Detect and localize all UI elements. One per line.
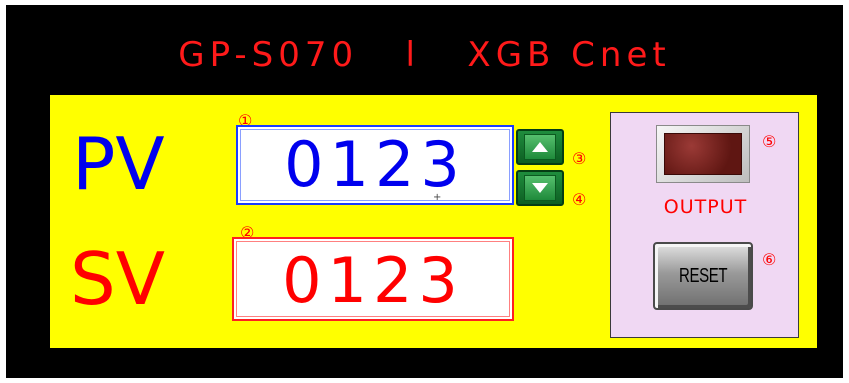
sv-display[interactable]: 0123: [232, 237, 514, 321]
down-arrow-icon: [532, 183, 548, 193]
cursor-crosshair-icon: +: [433, 192, 442, 203]
pv-label: PV: [72, 122, 165, 206]
output-marker: ⑤: [762, 132, 777, 151]
increment-button[interactable]: [516, 129, 564, 165]
control-panel: PV ① 0123 + ③ ④ SV ② 0123 ⑤ OUTPUT RESET…: [50, 95, 817, 348]
screen-title: GP-S070 l XGB Cnet: [178, 35, 671, 75]
hmi-screen: GP-S070 l XGB Cnet PV ① 0123 + ③ ④ SV ② …: [6, 5, 843, 378]
pv-display[interactable]: 0123: [236, 125, 514, 205]
output-lamp-indicator: [664, 133, 742, 175]
reset-button-label: RESET: [678, 264, 728, 287]
up-arrow-icon: [532, 142, 548, 152]
decrement-button[interactable]: [516, 170, 564, 206]
reset-button[interactable]: RESET: [653, 242, 753, 310]
reset-marker: ⑥: [762, 250, 777, 269]
output-label: OUTPUT: [663, 196, 748, 218]
output-lamp: [656, 125, 750, 183]
sv-label: SV: [70, 237, 165, 321]
increment-marker: ③: [572, 149, 587, 168]
output-reset-panel: ⑤ OUTPUT RESET ⑥: [610, 112, 799, 338]
decrement-marker: ④: [572, 190, 587, 209]
